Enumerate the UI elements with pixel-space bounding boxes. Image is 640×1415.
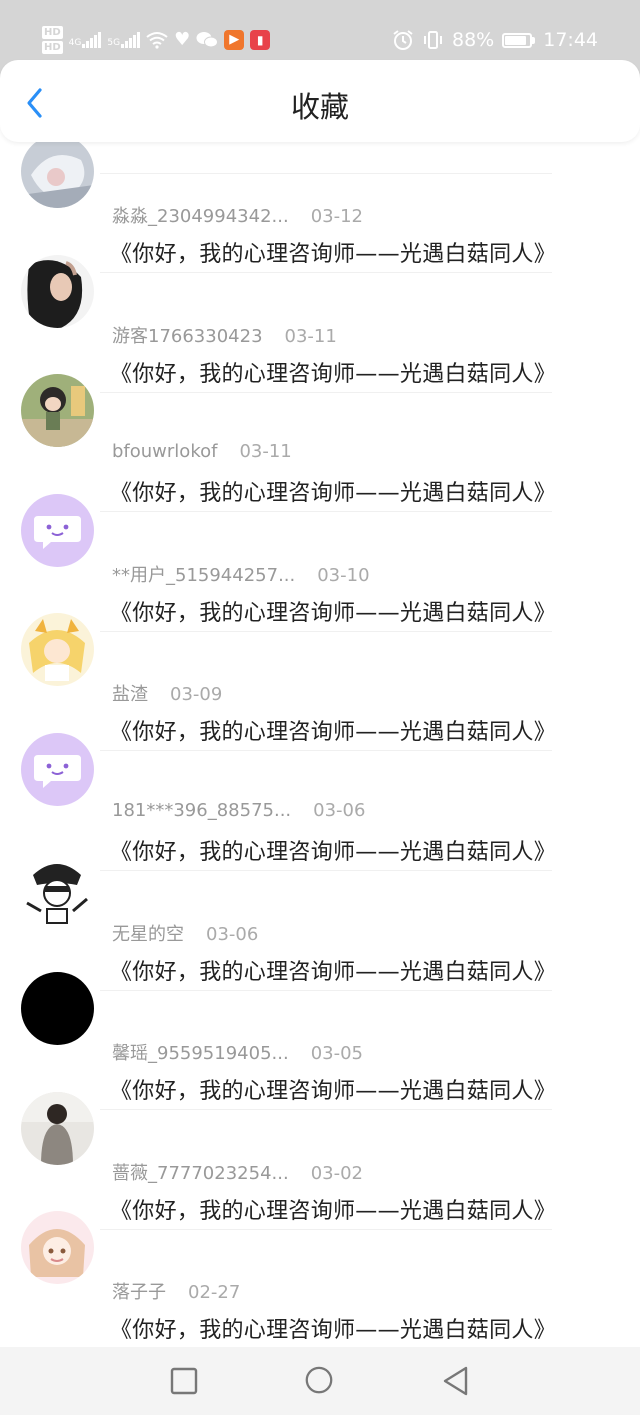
user-avatar[interactable] xyxy=(21,374,94,448)
hd-indicator: HD HD xyxy=(42,26,63,54)
home-circle-icon[interactable] xyxy=(303,1365,335,1397)
item-meta: 落子子 02-27 xyxy=(112,1278,240,1304)
back-triangle-icon[interactable] xyxy=(440,1365,472,1397)
favorite-list-item[interactable]: 181***396_88575... 03-06 《你好，我的心理咨询师——光遇白菇… xyxy=(0,698,640,871)
health-icon: ♥ xyxy=(174,29,191,50)
app-notification-icon: ▶ xyxy=(224,30,245,50)
clock: 17:44 xyxy=(543,29,598,51)
hd-badge-2: HD xyxy=(42,41,63,54)
username[interactable]: 落子子 xyxy=(112,1282,166,1303)
user-avatar[interactable] xyxy=(21,1091,94,1165)
title-bar: 收藏 xyxy=(0,60,640,142)
favorite-list-item[interactable]: bfouwrlokof 03-11 《你好，我的心理咨询师——光遇白菇同人》 xyxy=(0,339,640,513)
favorite-list-item[interactable]: 盐渣 03-09 《你好，我的心理咨询师——光遇白菇同人》 xyxy=(0,578,640,752)
wechat-icon xyxy=(196,32,219,48)
favorite-date: 02-27 xyxy=(188,1282,241,1304)
status-left: HD HD 4G 5G ♥ ▶ ▮ xyxy=(42,22,271,58)
favorite-list-item[interactable]: **用户_515944257... 03-10 《你好，我的心理咨询师——光遇白菇同… xyxy=(0,459,640,632)
favorite-list-item[interactable]: 蔷薇_7777023254... 03-02 《你好，我的心理咨询师——光遇白菇同人… xyxy=(0,1057,640,1230)
signal-icon-2: 5G xyxy=(107,32,141,48)
favorite-list-item[interactable]: 落子子 02-27 《你好，我的心理咨询师——光遇白菇同人》 xyxy=(0,1176,640,1350)
signal-icon-1: 4G xyxy=(69,32,102,48)
wifi-icon xyxy=(146,32,168,49)
network-type-2: 5G xyxy=(107,38,121,48)
page-title: 收藏 xyxy=(290,90,349,124)
alarm-icon xyxy=(393,30,413,50)
favorite-list-item[interactable]: 无星的空 03-06 《你好，我的心理咨询师——光遇白菇同人》 xyxy=(0,818,640,991)
vibrate-icon xyxy=(424,31,442,49)
recents-square-icon[interactable] xyxy=(168,1365,200,1397)
favorite-title[interactable]: 《你好，我的心理咨询师——光遇白菇同人》 xyxy=(110,1312,556,1344)
user-avatar[interactable] xyxy=(21,254,94,328)
user-avatar[interactable] xyxy=(21,135,94,208)
favorite-list-item[interactable]: 游客1766330423 03-11 《你好，我的心理咨询师——光遇白菇同人》 xyxy=(0,220,640,393)
network-type-1: 4G xyxy=(68,38,82,48)
hd-badge-1: HD xyxy=(42,26,63,39)
user-avatar[interactable] xyxy=(21,732,94,806)
user-avatar[interactable] xyxy=(21,613,94,687)
user-avatar[interactable] xyxy=(21,1211,94,1285)
battery-icon xyxy=(502,32,536,48)
favorites-list: 淼淼_2304994342... 03-12 《你好，我的心理咨询师——光遇白菇同人… xyxy=(0,100,640,1350)
favorite-list-item[interactable]: 馨瑶_9559519405... 03-05 《你好，我的心理咨询师——光遇白菇同人… xyxy=(0,937,640,1111)
status-right: 88% 17:44 xyxy=(392,22,598,58)
book-app-icon: ▮ xyxy=(250,30,271,50)
user-avatar[interactable] xyxy=(21,852,94,926)
user-avatar[interactable] xyxy=(21,493,94,567)
battery-percent: 88% xyxy=(452,29,495,51)
user-avatar[interactable] xyxy=(21,972,94,1046)
system-nav-bar xyxy=(0,1347,640,1415)
